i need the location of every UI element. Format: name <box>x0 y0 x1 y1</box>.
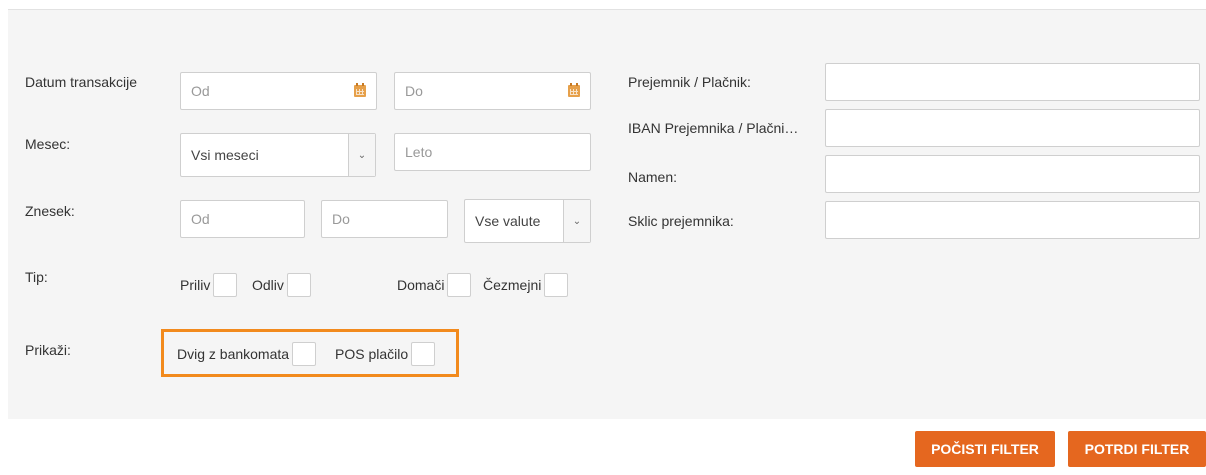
calendar-icon[interactable] <box>568 83 580 97</box>
calendar-icon[interactable] <box>354 83 366 97</box>
reference-label: Sklic prejemnika: <box>628 213 734 229</box>
cross-border-option: Čezmejni <box>483 273 569 297</box>
pos-payment-checkbox[interactable] <box>411 342 436 366</box>
currency-select-value: Vse valute <box>475 213 541 229</box>
outflow-label: Odliv <box>252 277 284 293</box>
atm-withdrawal-label: Dvig z bankomata <box>177 346 290 362</box>
amount-to-placeholder: Do <box>332 211 350 227</box>
iban-label: IBAN Prejemnika / Plačni… <box>628 120 799 136</box>
purpose-input[interactable] <box>825 155 1200 193</box>
prikazi-label: Prikaži: <box>25 342 71 358</box>
amount-from-input[interactable]: Od <box>180 200 305 238</box>
apply-filter-button[interactable]: POTRDI FILTER <box>1068 431 1206 467</box>
domestic-checkbox[interactable] <box>447 273 472 297</box>
tip-label: Tip: <box>25 269 48 285</box>
year-placeholder: Leto <box>405 144 433 160</box>
purpose-label: Namen: <box>628 169 678 185</box>
outflow-checkbox[interactable] <box>286 273 311 297</box>
inflow-option: Priliv <box>180 273 238 297</box>
inflow-checkbox[interactable] <box>213 273 238 297</box>
atm-withdrawal-option: Dvig z bankomata <box>177 342 317 366</box>
date-from-input[interactable]: Od <box>180 72 377 110</box>
atm-withdrawal-checkbox[interactable] <box>292 342 317 366</box>
iban-input[interactable] <box>825 109 1200 147</box>
domestic-label: Domači <box>397 277 445 293</box>
currency-select[interactable]: Vse valute ⌄ <box>464 199 591 243</box>
inflow-label: Priliv <box>180 277 211 293</box>
month-select[interactable]: Vsi meseci ⌄ <box>180 133 376 177</box>
mesec-label: Mesec: <box>25 136 71 152</box>
amount-to-input[interactable]: Do <box>321 200 448 238</box>
chevron-down-icon[interactable]: ⌄ <box>348 134 375 176</box>
chevron-down-icon[interactable]: ⌄ <box>563 200 590 242</box>
znesek-label: Znesek: <box>25 203 75 219</box>
pos-payment-option: POS plačilo <box>335 342 436 366</box>
amount-from-placeholder: Od <box>191 211 210 227</box>
clear-filter-button[interactable]: POČISTI FILTER <box>915 431 1055 467</box>
datum-transakcije-label: Datum transakcije <box>25 74 138 90</box>
outflow-option: Odliv <box>252 273 311 297</box>
domestic-option: Domači <box>397 273 472 297</box>
payee-input[interactable] <box>825 63 1200 101</box>
cross-border-checkbox[interactable] <box>544 273 569 297</box>
date-to-placeholder: Do <box>405 83 423 99</box>
pos-payment-label: POS plačilo <box>335 346 409 362</box>
cross-border-label: Čezmejni <box>483 277 542 293</box>
payee-label: Prejemnik / Plačnik: <box>628 74 751 90</box>
year-input[interactable]: Leto <box>394 133 591 171</box>
reference-input[interactable] <box>825 201 1200 239</box>
month-select-value: Vsi meseci <box>191 147 259 163</box>
date-to-input[interactable]: Do <box>394 72 591 110</box>
date-from-placeholder: Od <box>191 83 210 99</box>
